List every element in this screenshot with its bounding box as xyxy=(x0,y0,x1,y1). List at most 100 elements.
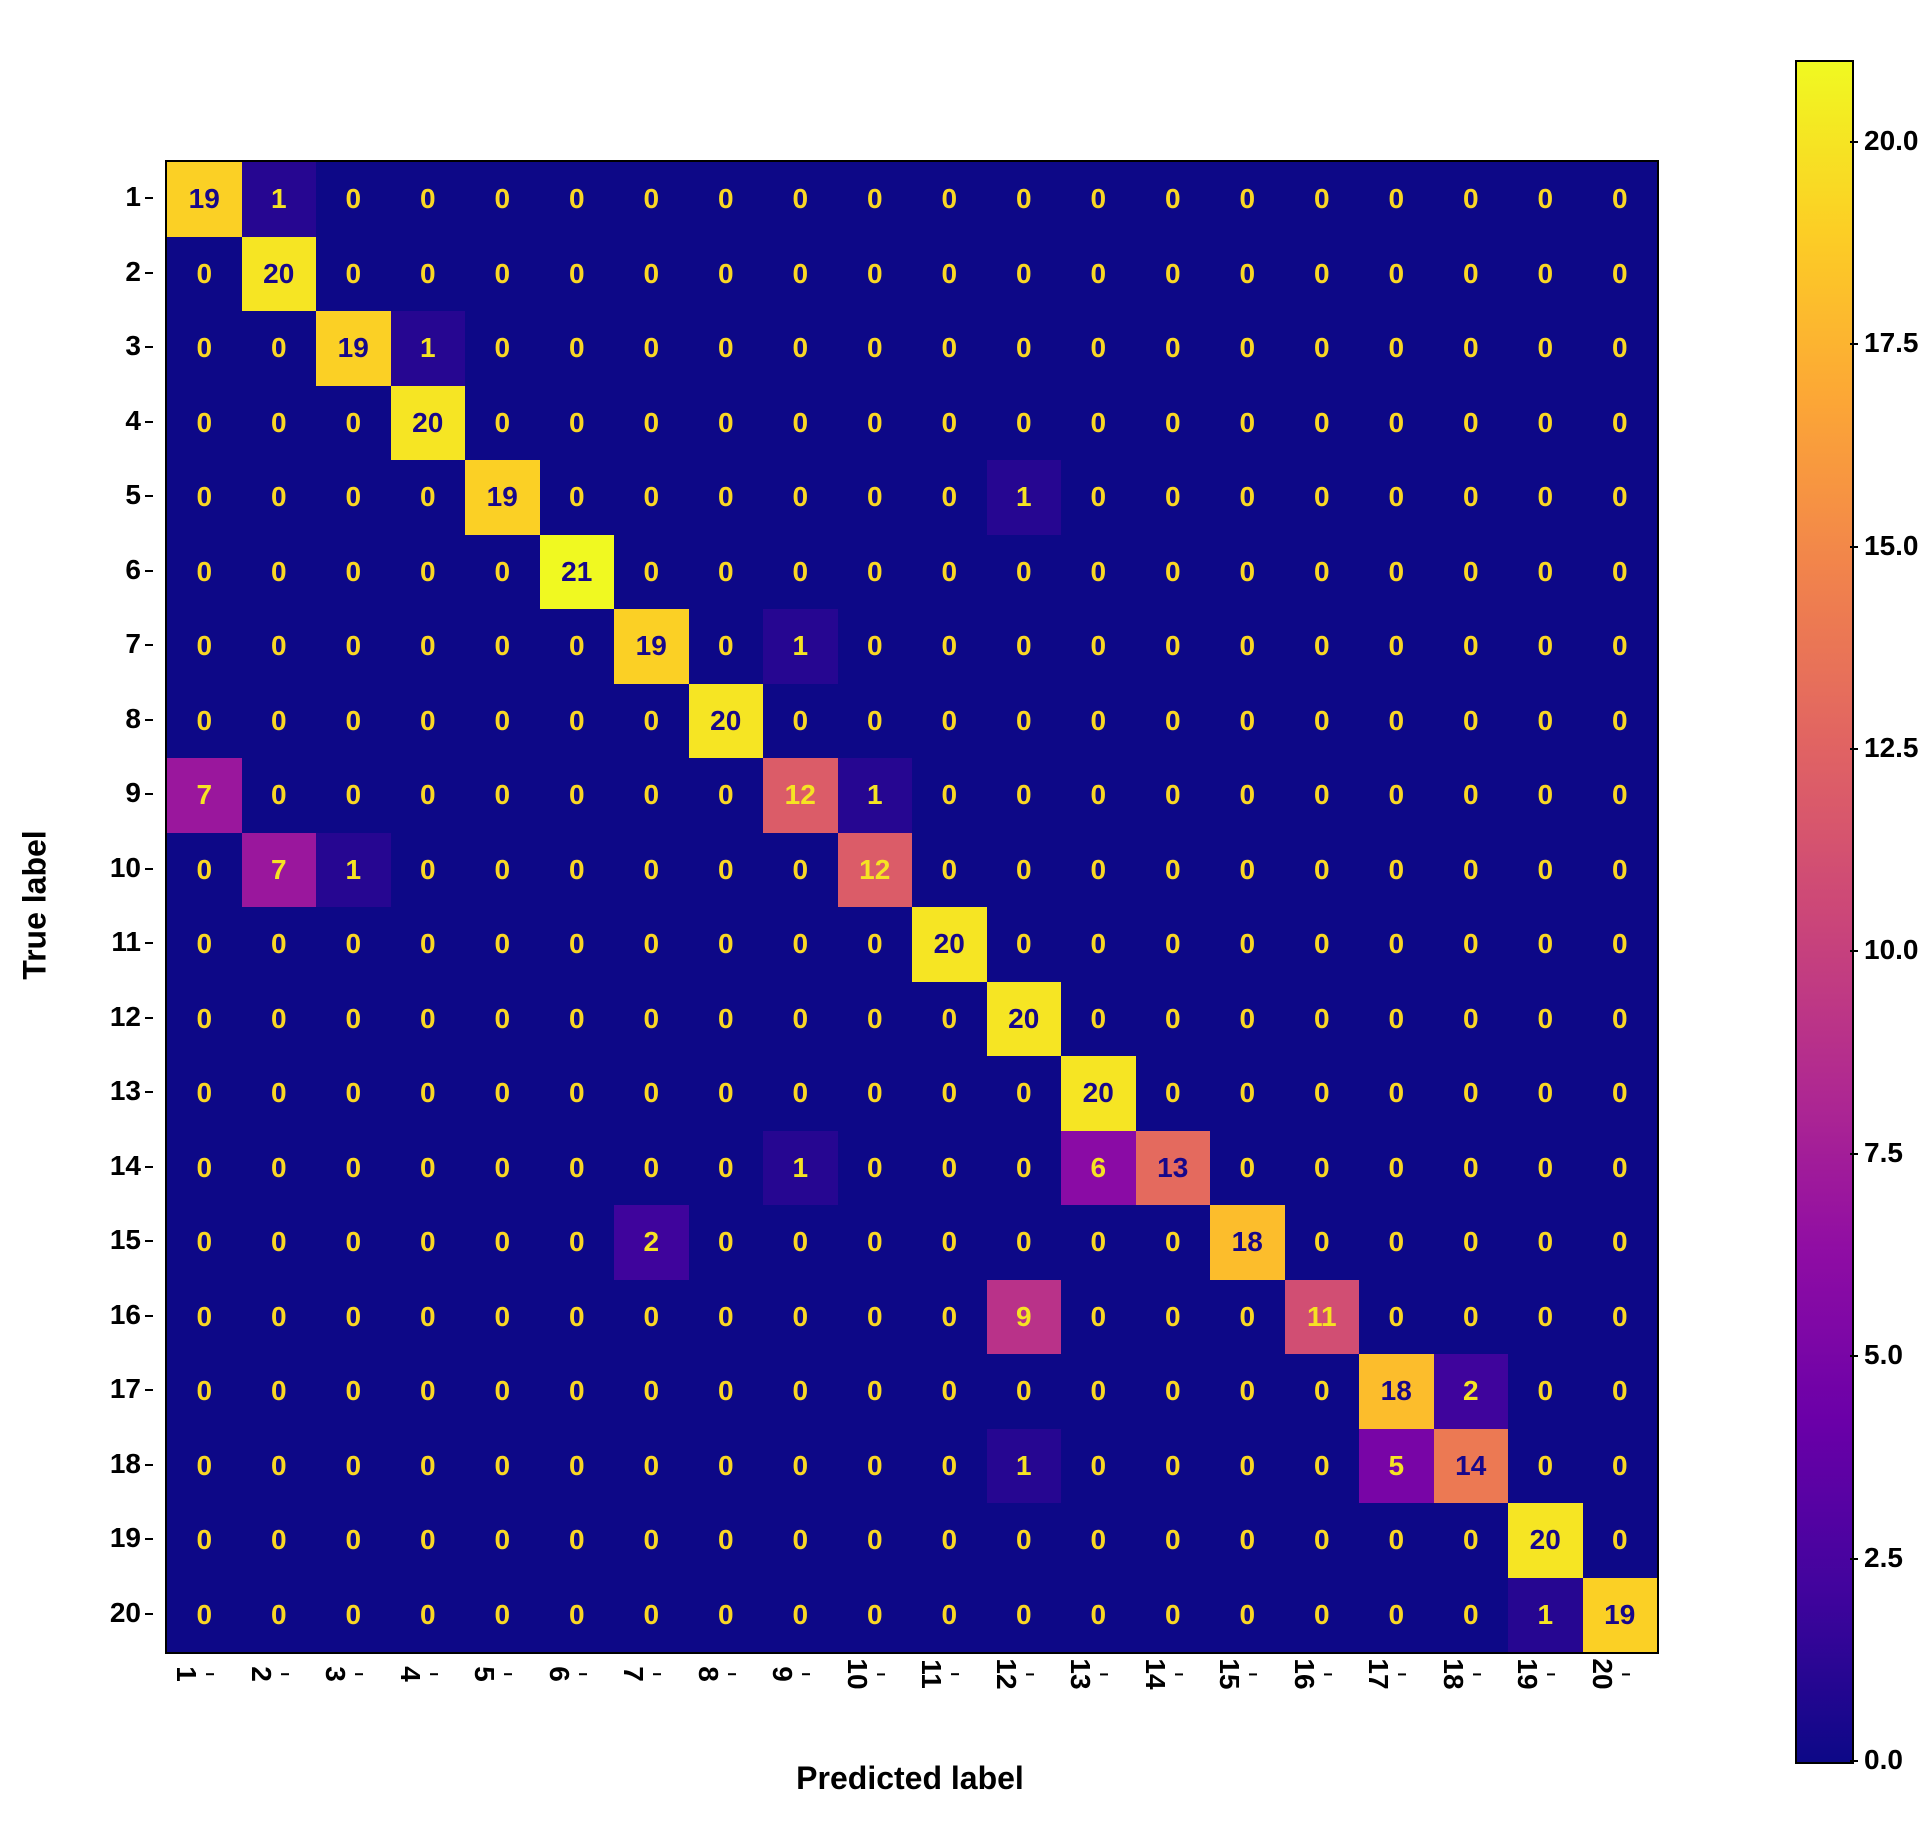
x-tick-label: 15 xyxy=(1213,1658,1245,1689)
heatmap-cell: 0 xyxy=(614,237,689,312)
heatmap-cell: 0 xyxy=(1359,1131,1434,1206)
heatmap-cell: 0 xyxy=(1508,609,1583,684)
heatmap-cell: 0 xyxy=(1210,1280,1285,1355)
heatmap-cell: 0 xyxy=(1583,1503,1658,1578)
heatmap-cell: 19 xyxy=(316,311,391,386)
heatmap-cell: 0 xyxy=(540,684,615,759)
heatmap-cell: 0 xyxy=(1210,1131,1285,1206)
heatmap-cell: 0 xyxy=(1434,907,1509,982)
heatmap-cell: 0 xyxy=(987,684,1062,759)
heatmap-cell: 0 xyxy=(1359,311,1434,386)
heatmap-cell: 0 xyxy=(912,386,987,461)
heatmap-cell: 0 xyxy=(763,1503,838,1578)
heatmap-cell: 0 xyxy=(167,1503,242,1578)
heatmap-cell: 0 xyxy=(912,609,987,684)
x-tick-label: 16 xyxy=(1288,1658,1320,1689)
heatmap-cell: 0 xyxy=(614,162,689,237)
heatmap-cell: 0 xyxy=(465,1205,540,1280)
heatmap-cell: 0 xyxy=(987,162,1062,237)
heatmap-cell: 0 xyxy=(763,311,838,386)
heatmap-cell: 13 xyxy=(1136,1131,1211,1206)
heatmap-cell: 0 xyxy=(1285,609,1360,684)
heatmap-cell: 0 xyxy=(1434,684,1509,759)
heatmap-cell: 0 xyxy=(1136,535,1211,610)
heatmap-cell: 0 xyxy=(1583,833,1658,908)
heatmap-cell: 0 xyxy=(614,1354,689,1429)
heatmap-cell: 0 xyxy=(987,1578,1062,1653)
heatmap-cell: 0 xyxy=(1583,907,1658,982)
heatmap-cell: 0 xyxy=(1136,1578,1211,1653)
heatmap-cell: 1 xyxy=(987,1429,1062,1504)
heatmap-cell: 0 xyxy=(242,1056,317,1131)
heatmap-cell: 0 xyxy=(316,907,391,982)
heatmap-cell: 0 xyxy=(689,1429,764,1504)
heatmap-cell: 0 xyxy=(838,386,913,461)
heatmap-cell: 0 xyxy=(1136,758,1211,833)
heatmap-cell: 0 xyxy=(316,1056,391,1131)
heatmap-cell: 0 xyxy=(1359,982,1434,1057)
heatmap-cell: 0 xyxy=(912,1503,987,1578)
heatmap-cell: 0 xyxy=(1583,1354,1658,1429)
heatmap-cell: 0 xyxy=(391,1354,466,1429)
heatmap-cell: 0 xyxy=(242,1131,317,1206)
heatmap-cell: 0 xyxy=(1434,833,1509,908)
heatmap-cell: 0 xyxy=(316,1429,391,1504)
heatmap-cell: 0 xyxy=(167,237,242,312)
heatmap-cell: 0 xyxy=(1508,1131,1583,1206)
heatmap-cell: 0 xyxy=(1210,1429,1285,1504)
x-tick-label: 19 xyxy=(1511,1658,1543,1689)
heatmap-cell: 0 xyxy=(1285,460,1360,535)
heatmap-cell: 0 xyxy=(465,758,540,833)
heatmap-cell: 0 xyxy=(689,1205,764,1280)
heatmap-cell: 0 xyxy=(465,237,540,312)
heatmap-cell: 0 xyxy=(987,1503,1062,1578)
heatmap-cell: 0 xyxy=(391,758,466,833)
heatmap-cell: 11 xyxy=(1285,1280,1360,1355)
heatmap-cell: 0 xyxy=(465,1131,540,1206)
heatmap-cell: 0 xyxy=(987,237,1062,312)
heatmap-cell: 0 xyxy=(838,609,913,684)
heatmap-cell: 18 xyxy=(1210,1205,1285,1280)
heatmap-cell: 0 xyxy=(912,162,987,237)
heatmap-cell: 0 xyxy=(1359,833,1434,908)
colorbar-gradient xyxy=(1795,60,1854,1764)
heatmap-cell: 0 xyxy=(1210,311,1285,386)
heatmap-cell: 0 xyxy=(912,460,987,535)
heatmap-cell: 0 xyxy=(391,609,466,684)
heatmap-cell: 0 xyxy=(987,1354,1062,1429)
heatmap-cell: 0 xyxy=(1508,311,1583,386)
heatmap-cell: 0 xyxy=(167,1056,242,1131)
heatmap-cell: 0 xyxy=(316,1503,391,1578)
heatmap-cell: 0 xyxy=(391,1131,466,1206)
heatmap-cell: 0 xyxy=(167,1205,242,1280)
heatmap-cell: 0 xyxy=(838,1503,913,1578)
heatmap-cell: 0 xyxy=(1359,684,1434,759)
heatmap-cell: 0 xyxy=(1434,311,1509,386)
x-tick-label: 10 xyxy=(841,1658,873,1689)
heatmap-cell: 0 xyxy=(1136,237,1211,312)
heatmap-cell: 0 xyxy=(1583,684,1658,759)
heatmap-cell: 0 xyxy=(987,833,1062,908)
heatmap-cell: 0 xyxy=(391,1205,466,1280)
heatmap-cell: 7 xyxy=(242,833,317,908)
heatmap-cell: 0 xyxy=(540,1503,615,1578)
heatmap-cell: 0 xyxy=(1061,1354,1136,1429)
colorbar-tick-label: 17.5 xyxy=(1864,327,1919,359)
heatmap-cell: 0 xyxy=(1508,237,1583,312)
heatmap-cell: 0 xyxy=(689,982,764,1057)
heatmap-cell: 0 xyxy=(1285,1429,1360,1504)
heatmap-cell: 0 xyxy=(391,907,466,982)
heatmap-cell: 0 xyxy=(1508,1354,1583,1429)
heatmap-cell: 0 xyxy=(689,1056,764,1131)
heatmap-cell: 0 xyxy=(1210,907,1285,982)
x-axis-label: Predicted label xyxy=(796,1760,1024,1797)
colorbar-tick-label: 20.0 xyxy=(1864,125,1919,157)
heatmap-cell: 0 xyxy=(1583,1056,1658,1131)
heatmap-cell: 0 xyxy=(912,758,987,833)
heatmap-cell: 0 xyxy=(1583,1280,1658,1355)
colorbar-tick-label: 7.5 xyxy=(1864,1137,1903,1169)
y-tick-label: 7 xyxy=(125,628,141,660)
heatmap-cell: 0 xyxy=(689,907,764,982)
heatmap-cell: 0 xyxy=(540,162,615,237)
heatmap-cell: 0 xyxy=(1508,162,1583,237)
